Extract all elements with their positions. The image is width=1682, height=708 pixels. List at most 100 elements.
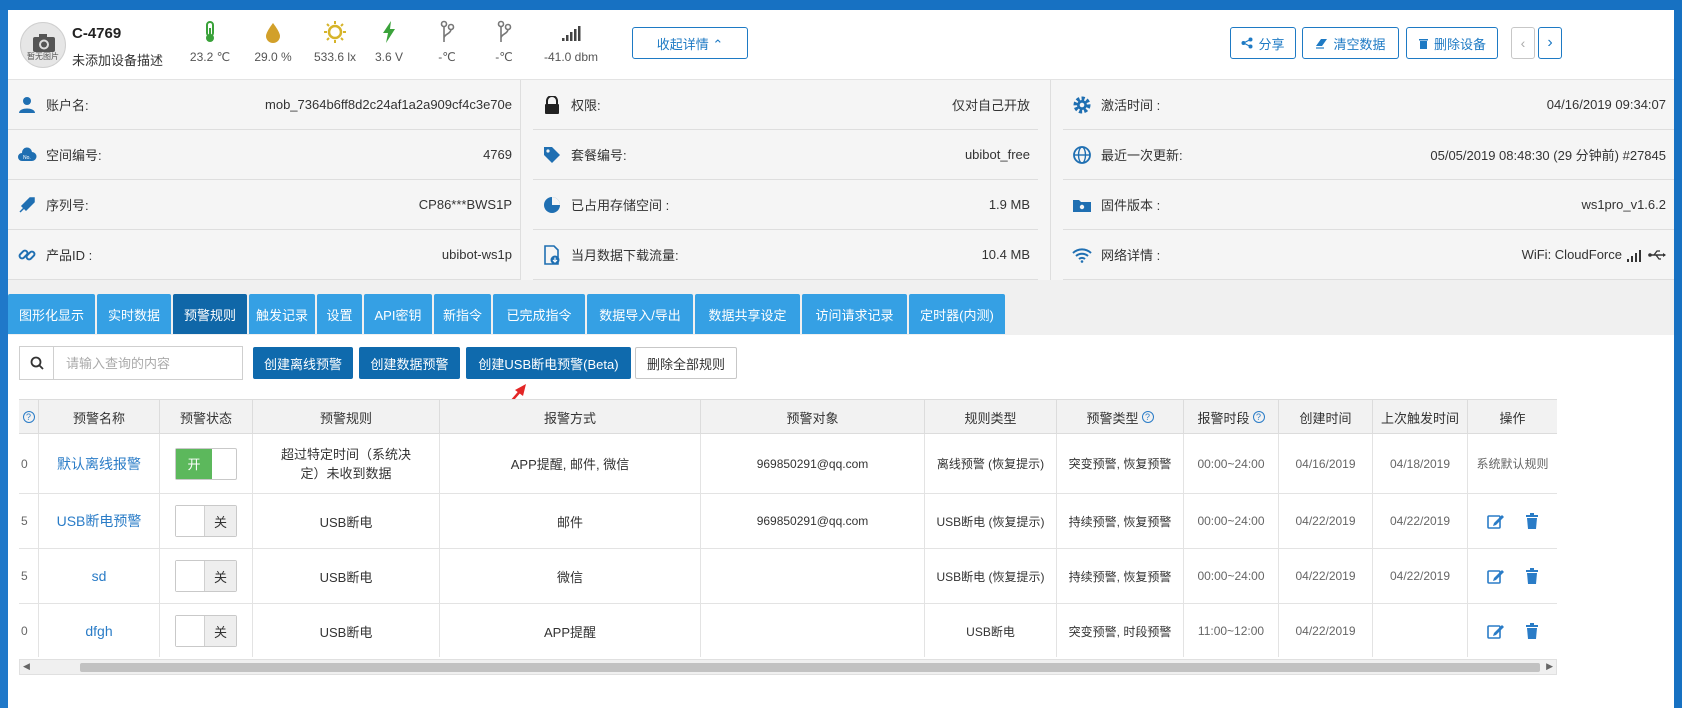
status-toggle-off[interactable]: 关 <box>175 615 237 647</box>
trash-icon[interactable] <box>1525 568 1539 584</box>
traffic-label: 当月数据下载流量: <box>571 248 679 263</box>
help-icon[interactable]: ? <box>1252 411 1265 423</box>
trash-icon[interactable] <box>1525 513 1539 529</box>
create-offline-alert-button[interactable]: 创建离线预警 <box>253 347 353 379</box>
sensor-humidity[interactable]: 29.0 % <box>238 20 308 76</box>
edit-icon[interactable] <box>1486 568 1505 584</box>
search-input[interactable] <box>54 347 242 379</box>
last-trigger-cell: 04/22/2019 <box>1373 549 1468 603</box>
row-id: 5 <box>19 549 39 603</box>
collapse-details-label: 收起详情 ⌃ <box>656 36 724 52</box>
info-plan: 套餐编号: ubibot_free <box>533 130 1038 180</box>
rule-type-cell: USB断电 <box>925 604 1057 657</box>
rule-name-link[interactable]: USB断电预警 <box>39 494 160 548</box>
rule-name-link[interactable]: dfgh <box>39 604 160 657</box>
link-icon <box>16 244 38 266</box>
method-cell: APP提醒, 邮件, 微信 <box>440 434 701 493</box>
sensor-signal[interactable]: -41.0 dbm <box>531 20 611 76</box>
horizontal-scrollbar[interactable]: ◀ ▶ <box>19 659 1557 675</box>
clear-data-button[interactable]: 清空数据 <box>1302 27 1399 59</box>
sensor-temperature[interactable]: 23.2 ℃ <box>175 20 245 76</box>
share-icon <box>1241 37 1253 49</box>
help-icon[interactable]: ? <box>1141 411 1154 423</box>
tab-new-commands[interactable]: 新指令 <box>434 294 491 334</box>
scrollbar-thumb[interactable] <box>80 663 1540 672</box>
create-data-alert-button[interactable]: 创建数据预警 <box>359 347 460 379</box>
update-label: 最近一次更新: <box>1101 148 1183 163</box>
last-trigger-cell: 04/18/2019 <box>1373 434 1468 493</box>
trash-icon[interactable] <box>1525 623 1539 639</box>
toggle-track <box>176 561 204 591</box>
sensor-probe-2[interactable]: -℃ <box>469 20 539 76</box>
header-id-col: ? <box>19 400 39 434</box>
help-icon[interactable]: ? <box>22 411 35 423</box>
info-last-update: 最近一次更新: 05/05/2019 08:48:30 (29 分钟前) #27… <box>1063 130 1674 180</box>
collapse-details-button[interactable]: 收起详情 ⌃ <box>632 27 748 59</box>
next-device-button[interactable]: › <box>1538 27 1562 59</box>
globe-icon <box>1071 144 1093 166</box>
tab-completed-commands[interactable]: 已完成指令 <box>493 294 585 334</box>
scroll-right-arrow-icon[interactable]: ▶ <box>1546 661 1553 672</box>
tab-graphs[interactable]: 图形化显示 <box>8 294 95 334</box>
storage-label: 已占用存储空间 : <box>571 198 670 213</box>
actions-cell <box>1468 549 1557 603</box>
tab-trigger-log[interactable]: 触发记录 <box>249 294 315 334</box>
status-cell: 关 <box>160 549 253 603</box>
tab-settings[interactable]: 设置 <box>317 294 362 334</box>
rocket-icon <box>16 194 38 216</box>
device-page: 暂无图片 C-4769 未添加设备描述 23.2 ℃ 29.0 % 533.6 … <box>8 10 1674 708</box>
network-value: WiFi: CloudForce <box>1521 247 1622 262</box>
delete-all-rules-button[interactable]: 删除全部规则 <box>635 347 737 379</box>
tab-realtime-data[interactable]: 实时数据 <box>97 294 171 334</box>
header-actions: 操作 <box>1499 410 1526 426</box>
share-button[interactable]: 分享 <box>1230 27 1296 59</box>
tab-data-import-export[interactable]: 数据导入/导出 <box>587 294 693 334</box>
delete-device-button[interactable]: 删除设备 <box>1406 27 1498 59</box>
alert-type-cell: 持续预警, 恢复预警 <box>1057 549 1184 603</box>
rule-cell: USB断电 <box>253 549 440 603</box>
edit-icon[interactable] <box>1486 513 1505 529</box>
folder-icon <box>1071 194 1093 216</box>
status-toggle-off[interactable]: 关 <box>175 560 237 592</box>
tab-access-requests[interactable]: 访问请求记录 <box>802 294 907 334</box>
rule-name-link[interactable]: 默认离线报警 <box>39 434 160 493</box>
toggle-track <box>176 506 204 536</box>
humidity-drop-icon <box>266 23 280 43</box>
lock-icon <box>541 94 563 116</box>
tab-api-keys[interactable]: API密钥 <box>364 294 432 334</box>
scroll-left-arrow-icon[interactable]: ◀ <box>23 661 30 672</box>
status-toggle-off[interactable]: 关 <box>175 505 237 537</box>
header-period: 报警时段? <box>1184 400 1279 434</box>
rule-cell: 超过特定时间（系统决定）未收到数据 <box>253 434 440 493</box>
rule-name-link[interactable]: sd <box>39 549 160 603</box>
info-firmware: 固件版本 : ws1pro_v1.6.2 <box>1063 180 1674 230</box>
probe-icon <box>497 20 512 42</box>
tab-timer-beta[interactable]: 定时器(内测) <box>909 294 1005 334</box>
update-value: 05/05/2019 08:48:30 (29 分钟前) #27845 <box>1430 148 1666 163</box>
device-name: C-4769 <box>72 25 122 42</box>
target-cell: 969850291@qq.com <box>701 434 925 493</box>
status-toggle-on[interactable]: 开 <box>175 447 237 480</box>
chevron-right-icon: › <box>1547 34 1553 51</box>
prev-device-button[interactable]: ‹ <box>1511 27 1535 59</box>
permission-value: 仅对自己开放 <box>951 98 1030 113</box>
share-label: 分享 <box>1258 36 1285 52</box>
avatar-caption: 暂无图片 <box>27 52 59 61</box>
period-cell: 00:00~24:00 <box>1184 434 1279 493</box>
edit-icon[interactable] <box>1486 623 1505 639</box>
search-icon[interactable] <box>20 347 54 379</box>
header-method: 报警方式 <box>440 400 701 434</box>
rule-cell: USB断电 <box>253 494 440 548</box>
column-divider <box>520 80 521 280</box>
tab-data-sharing[interactable]: 数据共享设定 <box>695 294 800 334</box>
method-cell: 微信 <box>440 549 701 603</box>
traffic-value: 10.4 MB <box>981 247 1030 262</box>
info-account: 账户名: mob_7364b6ff8d2c24af1a2a909cf4c3e70… <box>8 80 520 130</box>
permission-label: 权限: <box>571 98 601 113</box>
wifi-icon <box>1071 244 1093 266</box>
info-permission: 权限: 仅对自己开放 <box>533 80 1038 130</box>
create-usb-alert-button[interactable]: 创建USB断电预警(Beta) <box>466 347 631 379</box>
tab-alert-rules[interactable]: 预警规则 <box>173 294 247 334</box>
device-avatar[interactable]: 暂无图片 <box>20 22 66 68</box>
search-box <box>19 346 243 380</box>
